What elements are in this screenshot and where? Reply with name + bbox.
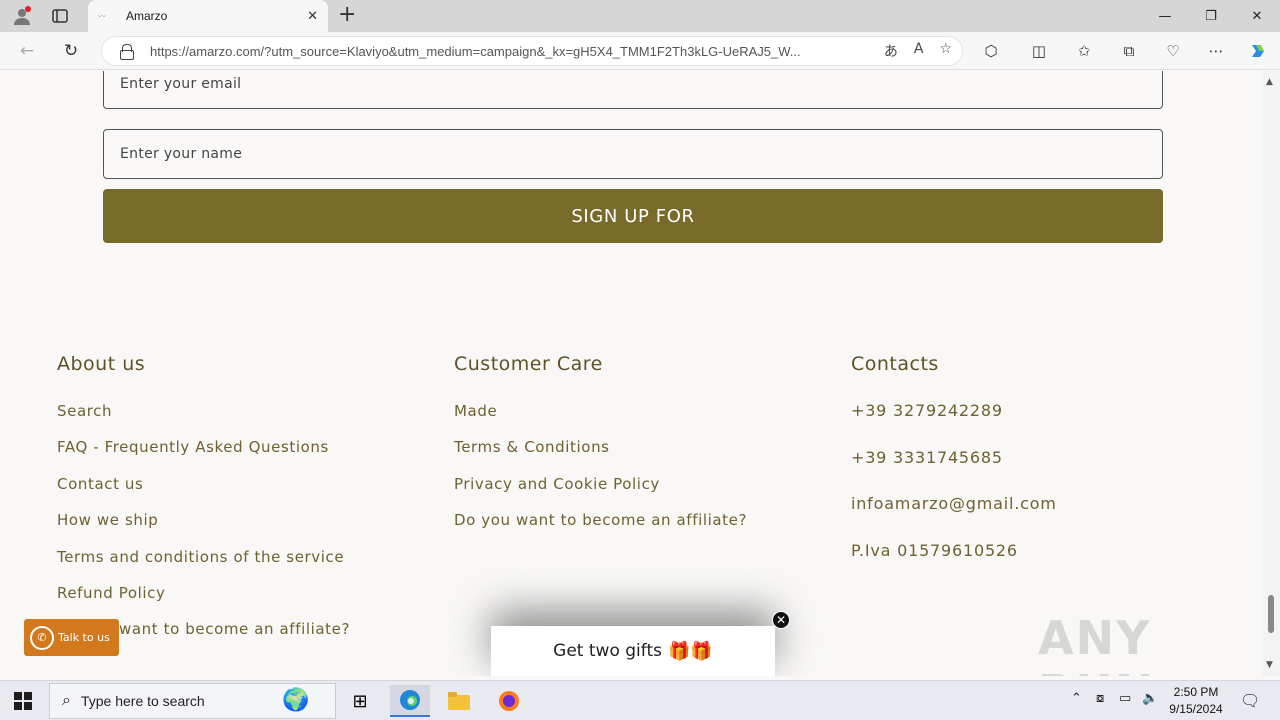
translate-icon[interactable]: あ xyxy=(884,41,898,61)
scroll-up-icon[interactable]: ▲ xyxy=(1266,77,1273,87)
tray-overflow-icon[interactable]: ⌃ xyxy=(1071,691,1082,706)
footer-contacts-column: Contacts +39 3279242289 +39 3331745685 i… xyxy=(851,353,1057,587)
gifts-popup[interactable]: Get two gifts 🎁🎁 xyxy=(491,626,775,676)
new-tab-icon[interactable]: + xyxy=(338,3,356,27)
refresh-icon[interactable]: ↻ xyxy=(58,39,84,63)
address-bar[interactable]: https://amarzo.com/?utm_source=Klaviyo&u… xyxy=(101,36,963,66)
notifications-icon[interactable]: 🗨 xyxy=(1240,691,1260,710)
meet-now-icon[interactable]: ⧇ xyxy=(1096,691,1104,706)
footer-link-privacy[interactable]: Privacy and Cookie Policy xyxy=(454,474,747,510)
signup-button[interactable]: SIGN UP FOR xyxy=(103,189,1163,243)
network-icon[interactable]: ▭ xyxy=(1119,691,1131,706)
email-field[interactable]: Enter your email xyxy=(103,71,1163,109)
footer-link-affiliate-care[interactable]: Do you want to become an affiliate? xyxy=(454,510,747,546)
profile-icon[interactable] xyxy=(8,4,36,28)
split-screen-icon[interactable]: ◫ xyxy=(1027,41,1051,61)
restore-icon[interactable]: ❐ xyxy=(1188,0,1234,32)
minimize-icon[interactable]: — xyxy=(1142,0,1188,32)
gift-icon: 🎁🎁 xyxy=(667,640,713,662)
footer-link-contact[interactable]: Contact us xyxy=(57,474,350,510)
task-view-icon[interactable]: ⊞ xyxy=(340,685,380,717)
footer-link-search[interactable]: Search xyxy=(57,401,350,437)
whatsapp-icon: ✆ xyxy=(30,625,54,650)
taskbar-search-placeholder: Type here to search xyxy=(80,693,205,709)
close-tab-icon[interactable]: ✕ xyxy=(307,9,318,24)
contacts-title: Contacts xyxy=(851,353,939,375)
contact-vat: P.Iva 01579610526 xyxy=(851,540,1018,560)
tab-actions-icon[interactable] xyxy=(46,4,74,28)
footer-link-shipping[interactable]: How we ship xyxy=(57,510,350,546)
read-aloud-icon[interactable]: A xyxy=(914,41,924,61)
page-scrollbar[interactable]: ▲ ▼ xyxy=(1262,71,1280,676)
footer-link-refund[interactable]: Refund Policy xyxy=(57,583,350,619)
close-window-icon[interactable]: ✕ xyxy=(1234,0,1280,32)
tab-amarzo[interactable]: 〰 Amarzo ✕ xyxy=(88,0,328,32)
extensions-icon[interactable]: ⬡ xyxy=(979,41,1003,61)
back-icon[interactable]: ← xyxy=(14,39,40,63)
watermark-logo: ANY RUN xyxy=(1038,611,1153,676)
copilot-icon[interactable] xyxy=(1246,41,1270,61)
edge-taskbar-icon[interactable] xyxy=(390,685,430,717)
tab-title: Amarzo xyxy=(126,9,168,23)
footer-about-column: About us Search FAQ - Frequently Asked Q… xyxy=(57,353,350,656)
footer-link-terms[interactable]: Terms & Conditions xyxy=(454,437,747,473)
talk-to-us-button[interactable]: ✆ Talk to us xyxy=(24,619,119,656)
volume-icon[interactable]: 🔈 xyxy=(1142,691,1158,706)
close-gifts-icon[interactable]: ✕ xyxy=(772,611,790,629)
contact-phone-2[interactable]: +39 3331745685 xyxy=(851,448,1057,495)
taskbar-clock[interactable]: 2:50 PM 9/15/2024 xyxy=(1158,684,1234,718)
clock-time: 2:50 PM xyxy=(1173,685,1219,699)
gifts-label: Get two gifts xyxy=(553,641,662,661)
lock-icon[interactable] xyxy=(120,44,134,60)
footer-link-made[interactable]: Made xyxy=(454,401,747,437)
contact-email[interactable]: infoamarzo@gmail.com xyxy=(851,494,1057,541)
footer-link-faq[interactable]: FAQ - Frequently Asked Questions xyxy=(57,437,350,473)
search-highlight-globe-icon[interactable]: 🌍 xyxy=(262,683,330,717)
browser-essentials-icon[interactable]: ♡ xyxy=(1161,41,1185,61)
search-icon: ⌕ xyxy=(62,692,71,709)
site-favicon-icon: 〰 xyxy=(98,12,106,21)
favorites-icon[interactable]: ✩ xyxy=(1072,41,1096,61)
file-explorer-icon[interactable] xyxy=(439,685,479,717)
scroll-down-icon[interactable]: ▼ xyxy=(1266,660,1273,670)
browser-tab-bar: 〰 Amarzo ✕ + — ❐ ✕ xyxy=(0,0,1280,32)
page-content: Enter your email Enter your name SIGN UP… xyxy=(0,71,1262,676)
windows-taskbar: ⌕ Type here to search 🌍 ⊞ ⌃ ⧇ ▭ 🔈 2:50 P… xyxy=(0,680,1280,720)
collections-icon[interactable]: ⧉ xyxy=(1117,41,1141,61)
url-text[interactable]: https://amarzo.com/?utm_source=Klaviyo&u… xyxy=(150,44,850,59)
more-options-icon[interactable]: ⋯ xyxy=(1204,41,1228,61)
favorite-star-icon[interactable]: ☆ xyxy=(939,41,952,61)
firefox-icon[interactable] xyxy=(489,685,529,717)
footer-care-column: Customer Care Made Terms & Conditions Pr… xyxy=(454,353,747,547)
scrollbar-thumb[interactable] xyxy=(1268,595,1274,633)
footer-link-terms-service[interactable]: Terms and conditions of the service xyxy=(57,547,350,583)
windows-start-icon[interactable] xyxy=(14,692,32,710)
name-field[interactable]: Enter your name xyxy=(103,129,1163,179)
about-title: About us xyxy=(57,353,146,375)
talk-label: Talk to us xyxy=(58,631,110,644)
clock-date: 9/15/2024 xyxy=(1169,702,1223,716)
care-title: Customer Care xyxy=(454,353,603,375)
address-toolbar: ← ↻ https://amarzo.com/?utm_source=Klavi… xyxy=(0,32,1280,70)
contact-phone-1[interactable]: +39 3279242289 xyxy=(851,401,1057,448)
